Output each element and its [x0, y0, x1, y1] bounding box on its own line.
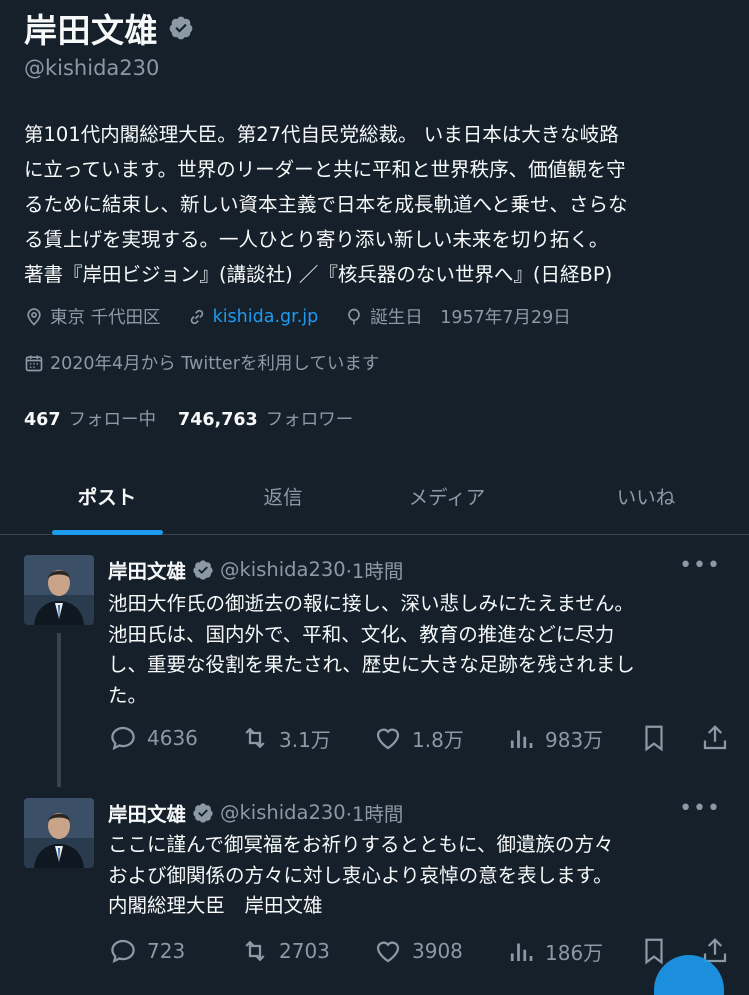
- avatar[interactable]: [24, 798, 94, 868]
- retweet-count: 2703: [279, 939, 330, 963]
- birthday-text: 誕生日 1957年7月29日: [370, 308, 571, 328]
- reply-count: 723: [147, 939, 186, 963]
- retweet-icon: [245, 940, 265, 962]
- tweet-actions: 723 2703 3908 186万: [108, 931, 728, 971]
- follow-stats: 467 フォロー中 746,763 フォロワー: [24, 406, 375, 431]
- bookmark-icon: [645, 725, 663, 752]
- profile-joined: 2020年4月から Twitterを利用しています: [24, 350, 379, 375]
- like-icon: [376, 941, 400, 963]
- link-icon: [190, 309, 203, 324]
- avatar-image: [24, 798, 94, 868]
- bio-line: るために結束し、新しい資本主義で日本を成長軌道へと乗せ、さらな: [24, 193, 628, 216]
- bio-line: る賃上げを実現する。一人ひとり寄り添い新しい未来を切り拓く。: [24, 228, 609, 251]
- share-icon: [703, 725, 727, 750]
- like-count: 3908: [412, 939, 463, 963]
- tab-replies[interactable]: 返信: [200, 456, 366, 534]
- reply-button[interactable]: 723: [108, 931, 185, 971]
- views-button[interactable]: 186万: [506, 931, 603, 971]
- followers-count: 746,763: [178, 410, 258, 430]
- thread-line: [57, 633, 61, 787]
- author-handle[interactable]: @kishida230: [220, 558, 346, 581]
- followers-label: フォロワー: [265, 410, 354, 430]
- tweet-text-line: 内閣総理大臣 岸田文雄: [108, 894, 323, 917]
- views-icon: [510, 943, 533, 961]
- tweet-text-line: 池田氏は、国内外で、平和、文化、教育の推進などに尽力: [108, 622, 615, 646]
- tweet[interactable]: 岸田文雄 @kishida230 ·1時間 ••• ここに謹んで御冥福をお祈りす…: [0, 778, 749, 971]
- profile-tabs: ポスト 返信 メディア いいね: [0, 456, 749, 535]
- retweet-button[interactable]: 2703: [240, 931, 330, 971]
- reply-button[interactable]: 4636: [108, 718, 198, 758]
- retweet-count: 3.1万: [279, 727, 331, 752]
- like-button[interactable]: 1.8万: [373, 718, 464, 758]
- profile-name: 岸田文雄: [24, 11, 158, 50]
- profile-location: 東京 千代田区: [24, 304, 161, 329]
- retweet-icon: [245, 727, 265, 749]
- reply-icon: [111, 939, 135, 964]
- tweet-text: 池田大作氏の御逝去の報に接し、深い悲しみにたえません。 池田氏は、国内外で、平和…: [108, 589, 718, 711]
- views-count: 983万: [545, 727, 604, 752]
- tab-media[interactable]: メディア: [364, 456, 530, 534]
- bookmark-button[interactable]: [639, 718, 678, 758]
- reply-icon: [111, 726, 135, 751]
- avatar[interactable]: [24, 555, 94, 625]
- following-label: フォロー中: [68, 410, 157, 430]
- tweet[interactable]: 岸田文雄 @kishida230 ·1時間 ••• 池田大作氏の御逝去の報に接し…: [0, 535, 749, 787]
- profile-meta-row: 東京 千代田区 kishida.gr.jp 誕生日 1957年7月29日: [24, 304, 597, 329]
- tweet-header: 岸田文雄 @kishida230 ·1時間: [108, 798, 403, 827]
- author-name[interactable]: 岸田文雄: [108, 798, 186, 827]
- following-stat[interactable]: 467 フォロー中: [24, 406, 156, 431]
- birthday-icon: [348, 308, 361, 324]
- tweet-text: ここに謹んで御冥福をお祈りするとともに、御遺族の方々 および御関係の方々に対し衷…: [108, 830, 718, 922]
- more-icon[interactable]: •••: [679, 796, 721, 821]
- profile-website[interactable]: kishida.gr.jp: [187, 307, 319, 327]
- bio-line: 著書『岸田ビジョン』(講談社) ／『核兵器のない世界へ』(日経BP): [24, 263, 613, 286]
- tweet-text-line: ここに謹んで御冥福をお祈りするとともに、御遺族の方々: [108, 833, 614, 856]
- followers-stat[interactable]: 746,763 フォロワー: [178, 406, 353, 431]
- website-link[interactable]: kishida.gr.jp: [213, 307, 319, 327]
- location-text: 東京 千代田区: [50, 308, 161, 328]
- like-count: 1.8万: [412, 727, 464, 752]
- tweet-text-line: 池田大作氏の御逝去の報に接し、深い悲しみにたえません。: [108, 592, 634, 615]
- share-button[interactable]: [700, 718, 739, 758]
- retweet-button[interactable]: 3.1万: [240, 718, 331, 758]
- profile-bio: 第101代内閣総理大臣。第27代自民党総裁。 いま日本は大きな岐路 に立っていま…: [24, 117, 724, 292]
- more-icon[interactable]: •••: [679, 553, 721, 578]
- tab-likes[interactable]: いいね: [563, 456, 729, 534]
- views-icon: [510, 730, 533, 748]
- like-icon: [376, 728, 400, 750]
- joined-text: 2020年4月から Twitterを利用しています: [50, 354, 380, 374]
- verified-badge-icon: [193, 802, 213, 823]
- location-icon: [27, 307, 41, 326]
- profile-birthday: 誕生日 1957年7月29日: [344, 304, 571, 329]
- views-count: 186万: [545, 940, 604, 965]
- calendar-icon: [25, 355, 43, 371]
- like-button[interactable]: 3908: [373, 931, 463, 971]
- verified-badge-icon: [169, 16, 193, 40]
- reply-count: 4636: [147, 726, 198, 750]
- bookmark-icon: [645, 938, 663, 965]
- bio-line: に立っています。世界のリーダーと共に平和と世界秩序、価値観を守: [24, 158, 626, 181]
- bio-line: 第101代内閣総理大臣。第27代自民党総裁。 いま日本は大きな岐路: [24, 123, 619, 146]
- views-button[interactable]: 983万: [506, 718, 603, 758]
- tweet-time[interactable]: ·1時間: [346, 555, 404, 584]
- author-handle[interactable]: @kishida230: [220, 801, 346, 824]
- tweet-text-line: た。: [108, 683, 148, 707]
- tweet-text-line: し、重要な役割を果たされ、歴史に大きな足跡を残されまし: [108, 653, 635, 676]
- tweet-time[interactable]: ·1時間: [346, 798, 404, 827]
- author-name[interactable]: 岸田文雄: [108, 555, 186, 584]
- profile-joined-row: 2020年4月から Twitterを利用しています: [24, 350, 405, 375]
- following-count: 467: [24, 410, 61, 430]
- tweet-actions: 4636 3.1万 1.8万 983万: [108, 718, 728, 758]
- tweet-header: 岸田文雄 @kishida230 ·1時間: [108, 555, 403, 584]
- profile-handle: @kishida230: [24, 56, 160, 80]
- tweet-text-line: および御関係の方々に対し衷心より哀悼の意を表します。: [108, 863, 613, 887]
- verified-badge-icon: [193, 559, 213, 580]
- profile-name-row: 岸田文雄: [24, 4, 194, 52]
- tab-posts[interactable]: ポスト: [24, 456, 190, 534]
- avatar-image: [24, 555, 94, 625]
